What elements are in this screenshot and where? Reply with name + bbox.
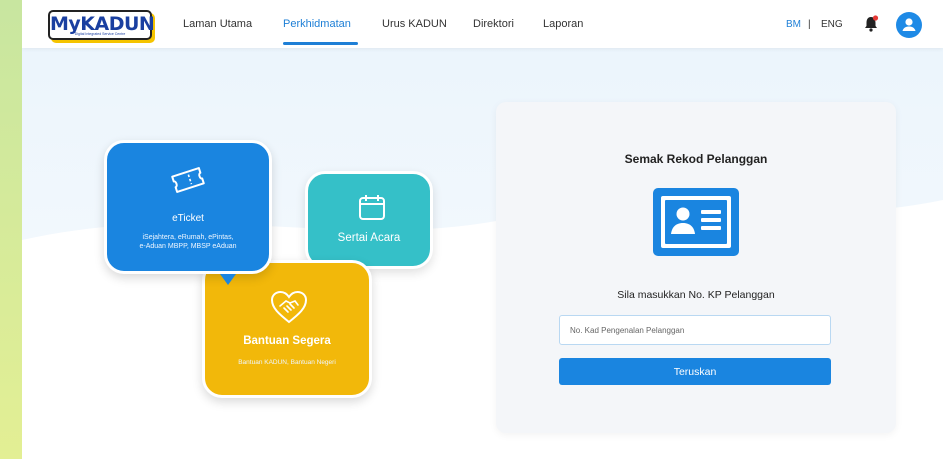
lang-eng[interactable]: ENG	[821, 19, 843, 30]
ic-number-input[interactable]	[559, 315, 831, 345]
ticket-icon	[171, 167, 205, 193]
lang-bm[interactable]: BM	[786, 19, 801, 30]
card-title: Semak Rekod Pelanggan	[624, 152, 768, 166]
eticket-desc-line2: e-Aduan MBPP, MBSP eAduan	[139, 243, 237, 250]
nav-perkhidmatan[interactable]: Perkhidmatan	[283, 18, 351, 30]
eticket-desc-line1: iSejahtera, eRumah, ePintas,	[142, 234, 234, 241]
eticket-bubble-tail	[220, 274, 236, 285]
card-prompt: Sila masukkan No. KP Pelanggan	[617, 289, 775, 301]
user-avatar[interactable]	[896, 12, 922, 38]
logo[interactable]: MyKADUN Digital Integrated Service Centr…	[48, 10, 155, 40]
active-nav-indicator	[283, 42, 358, 45]
top-navbar: MyKADUN Digital Integrated Service Centr…	[22, 0, 943, 48]
bell-icon[interactable]	[863, 15, 879, 33]
service-eticket[interactable]: eTicket iSejahtera, eRumah, ePintas, e-A…	[104, 140, 272, 274]
nav-direktori[interactable]: Direktori	[473, 18, 514, 30]
app-frame: MyKADUN Digital Integrated Service Centr…	[22, 0, 943, 459]
logo-subtitle: Digital Integrated Service Centre	[74, 32, 126, 36]
sertai-acara-title: Sertai Acara	[337, 232, 401, 244]
teruskan-button[interactable]: Teruskan	[559, 358, 831, 385]
id-card-icon	[653, 188, 739, 256]
user-icon	[902, 18, 916, 31]
nav-laman-utama[interactable]: Laman Utama	[183, 18, 252, 30]
calendar-icon	[359, 195, 385, 220]
nav-urus-kadun[interactable]: Urus KADUN	[382, 18, 447, 30]
customer-lookup-card: Semak Rekod Pelanggan Sila masukkan No. …	[496, 102, 896, 433]
lang-separator: |	[808, 19, 811, 30]
bantuan-segera-title: Bantuan Segera	[243, 335, 331, 347]
nav-laporan[interactable]: Laporan	[543, 18, 583, 30]
eticket-title: eTicket	[172, 213, 204, 224]
bantuan-segera-desc: Bantuan KADUN, Bantuan Negeri	[238, 359, 336, 366]
handshake-heart-icon	[270, 290, 308, 324]
